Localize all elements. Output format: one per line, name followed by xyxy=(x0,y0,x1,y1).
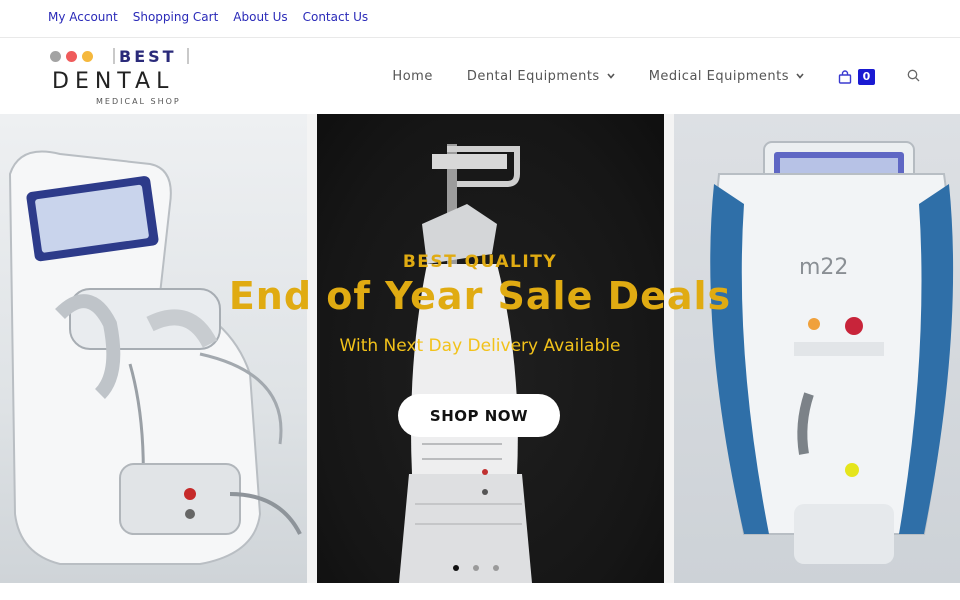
slider-pagination xyxy=(453,565,499,571)
search-button[interactable] xyxy=(907,67,920,86)
cart-count-badge: 0 xyxy=(858,68,875,85)
logo-dot-orange xyxy=(82,51,93,62)
hero-subline: With Next Day Delivery Available xyxy=(339,336,621,356)
site-logo[interactable]: BEST DENTAL MEDICAL SHOP xyxy=(50,47,200,107)
my-account-link[interactable]: My Account xyxy=(48,10,118,24)
logo-divider-right xyxy=(187,48,189,64)
nav-medical-equipments[interactable]: Medical Equipments xyxy=(649,69,804,84)
nav-medical-label: Medical Equipments xyxy=(648,69,789,84)
nav-dental-equipments[interactable]: Dental Equipments xyxy=(467,69,615,84)
shopping-bag-icon xyxy=(838,69,852,84)
chevron-down-icon xyxy=(796,72,804,82)
hero-caption: BEST QUALITY End of Year Sale Deals With… xyxy=(0,114,960,583)
logo-divider xyxy=(113,48,115,64)
logo-word-best: BEST xyxy=(119,47,177,66)
hero-headline: End of Year Sale Deals xyxy=(228,274,732,318)
contact-us-link[interactable]: Contact Us xyxy=(303,10,369,24)
slider-dot-2[interactable] xyxy=(473,565,479,571)
shop-now-button[interactable]: SHOP NOW xyxy=(398,394,560,437)
top-bar: My Account Shopping Cart About Us Contac… xyxy=(0,0,960,38)
nav-home-label: Home xyxy=(392,69,433,84)
logo-dots xyxy=(50,51,93,62)
logo-tagline: MEDICAL SHOP xyxy=(96,97,181,106)
logo-word-dental: DENTAL xyxy=(52,69,175,94)
nav-home[interactable]: Home xyxy=(392,69,432,84)
hero-kicker: BEST QUALITY xyxy=(402,252,558,272)
hero-slider: m22 BEST QUALITY End of Year Sale Deals … xyxy=(0,114,960,583)
slider-dot-3[interactable] xyxy=(493,565,499,571)
search-icon xyxy=(907,67,920,86)
site-header: BEST DENTAL MEDICAL SHOP Home Dental Equ… xyxy=(0,39,960,114)
nav-dental-label: Dental Equipments xyxy=(466,69,600,84)
shopping-cart-link[interactable]: Shopping Cart xyxy=(133,10,219,24)
slider-dot-1[interactable] xyxy=(453,565,459,571)
top-links: My Account Shopping Cart About Us Contac… xyxy=(48,10,368,24)
about-us-link[interactable]: About Us xyxy=(233,10,287,24)
logo-dot-gray xyxy=(50,51,61,62)
cart-button[interactable]: 0 xyxy=(838,68,875,85)
main-nav: Home Dental Equipments Medical Equipment… xyxy=(392,39,920,114)
chevron-down-icon xyxy=(607,72,615,82)
logo-dot-red xyxy=(66,51,77,62)
